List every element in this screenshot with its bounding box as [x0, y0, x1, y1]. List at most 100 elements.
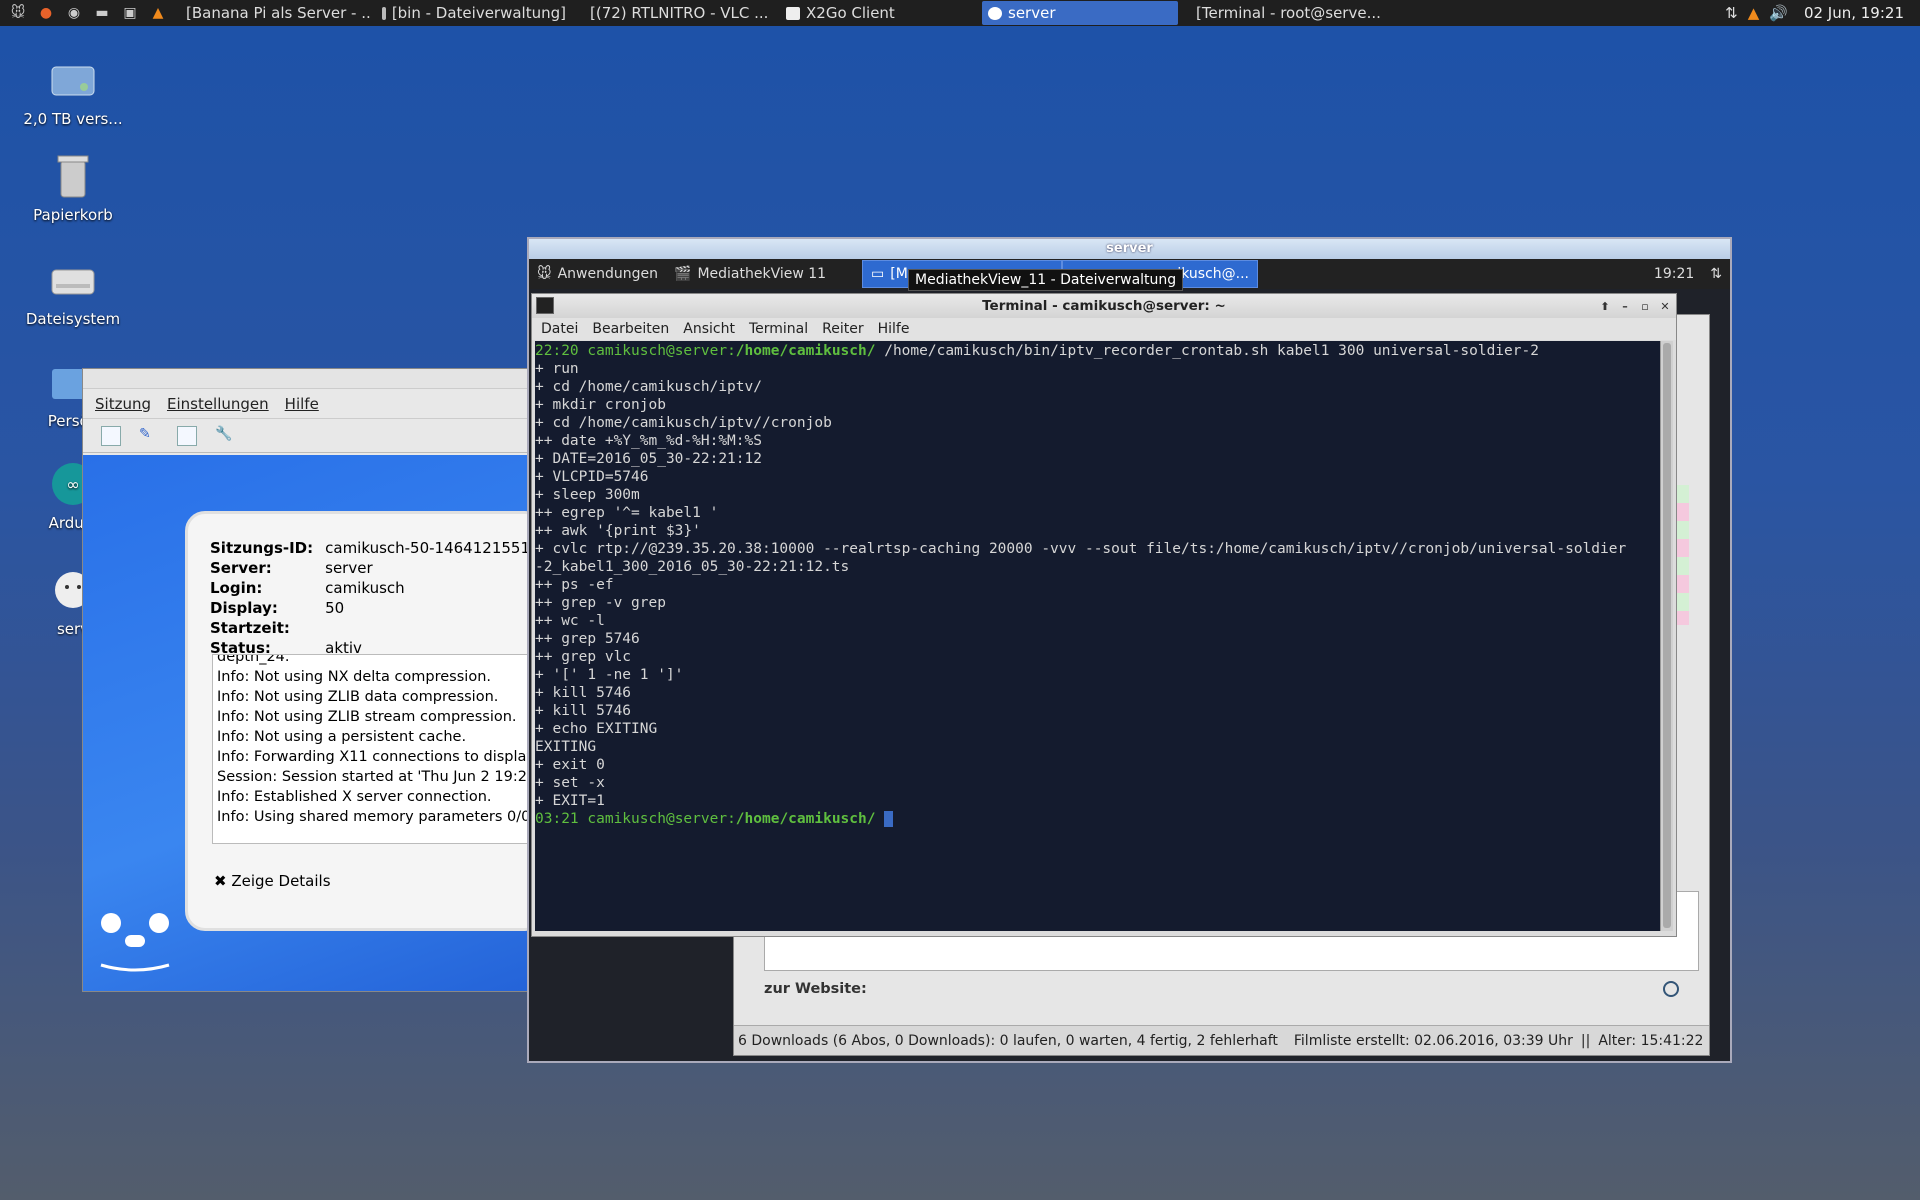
terminal-output-line: ++ awk '{print $3}' — [535, 523, 701, 539]
prompt-line: 03:21 camikusch@server:/home/camikusch/ — [535, 810, 1661, 828]
desktop-icon-label: Dateisystem — [25, 310, 121, 328]
menu-terminal[interactable]: Terminal — [749, 321, 808, 337]
show-details-toggle[interactable]: ✖ Zeige Details — [214, 872, 331, 890]
top-panel: 🐭 ● ◉ ▬ ▣ ▲ [Banana Pi als Server - ... … — [0, 0, 1920, 26]
disk-icon — [49, 256, 97, 304]
remote-clock[interactable]: 19:21 — [1646, 260, 1702, 288]
applications-menu-button[interactable]: 🐭 Anwendungen — [529, 260, 666, 288]
session-status-panel: Sitzungs-ID: camikusch-50-1464121551_stD … — [185, 511, 563, 931]
terminal-output-line: ++ wc -l — [535, 613, 605, 629]
xfce-menu-icon[interactable]: 🐭 — [8, 4, 28, 22]
website-link-icon[interactable] — [1663, 981, 1679, 997]
x2go-icon — [786, 6, 800, 20]
log-line: Info: Forwarding X11 connections to disp… — [217, 749, 535, 765]
taskbar-item-server[interactable]: server — [982, 1, 1178, 25]
terminal-output-line: ++ grep 5746 — [535, 631, 640, 647]
remote-task-mediathekview[interactable]: 🎬 MediathekView 11 — [666, 260, 862, 288]
terminal-output-line: + exit 0 — [535, 757, 605, 773]
close-button[interactable]: ✕ — [1658, 300, 1672, 314]
filmlist-status: Filmliste erstellt: 02.06.2016, 03:39 Uh… — [1293, 1032, 1573, 1049]
taskbar-item-vlc[interactable]: [(72) RTLNITRO - VLC ... — [578, 1, 774, 25]
menu-bar: Sitzung Einstellungen Hilfe — [83, 389, 535, 419]
terminal-titlebar[interactable]: Terminal - camikusch@server: ~ ⬆ – ▫ ✕ — [532, 294, 1676, 318]
edit-session-icon[interactable]: ✎ — [139, 426, 159, 446]
file-manager-launcher-icon[interactable]: ▬ — [92, 4, 112, 22]
log-line: Info: Not using a persistent cache. — [217, 729, 467, 745]
tooltip: MediathekView_11 - Dateiverwaltung — [908, 269, 1184, 291]
system-tray: ⇅ ▲ 🔊 02 Jun, 19:21 — [1725, 0, 1920, 26]
terminal-app-icon — [536, 297, 554, 314]
terminal-output-line: + cvlc rtp://@239.35.20.38:10000 --realr… — [535, 541, 1627, 557]
age-status: Alter: 15:41:22 — [1598, 1032, 1704, 1049]
volume-icon[interactable]: 🔊 — [1769, 4, 1788, 22]
svg-text:∞: ∞ — [66, 475, 79, 494]
website-label: zur Website: — [764, 981, 867, 997]
menu-hilfe[interactable]: Hilfe — [878, 321, 910, 337]
menu-ansicht[interactable]: Ansicht — [683, 321, 735, 337]
terminal-output-line: EXITING — [535, 739, 597, 755]
scrollbar-thumb[interactable] — [1663, 343, 1671, 928]
desktop-icon-filesystem[interactable]: Dateisystem — [18, 256, 128, 328]
system-monitor-launcher-icon[interactable]: ▣ — [120, 4, 140, 22]
x2go-session-icon — [988, 6, 1002, 20]
x2go-logo-icon — [100, 913, 170, 972]
new-session-icon[interactable] — [101, 425, 121, 446]
desktop-icon-trash[interactable]: Papierkorb — [18, 152, 128, 224]
desktop-icon-label: 2,0 TB vers... — [23, 110, 123, 128]
terminal-output-line: + echo EXITING — [535, 721, 658, 737]
prompt-line: 22:20 camikusch@server:/home/camikusch/ … — [535, 343, 1539, 359]
menu-sitzung[interactable]: Sitzung — [95, 395, 151, 413]
terminal-output-line: + EXIT=1 — [535, 793, 605, 809]
clock[interactable]: 02 Jun, 19:21 — [1804, 4, 1904, 22]
menu-einstellungen[interactable]: Einstellungen — [167, 395, 269, 413]
terminal-output-line: ++ grep -v grep — [535, 595, 666, 611]
clapperboard-icon: 🎬 — [674, 266, 692, 282]
vlc-launcher-icon[interactable]: ▲ — [148, 4, 168, 22]
menu-reiter[interactable]: Reiter — [822, 321, 863, 337]
remote-network-icon[interactable]: ⇅ — [1702, 260, 1730, 288]
session-info-row: Login: camikusch — [210, 579, 405, 597]
vlc-tray-icon[interactable]: ▲ — [1748, 4, 1760, 22]
terminal-screen[interactable]: 22:20 camikusch@server:/home/camikusch/ … — [535, 341, 1661, 931]
menu-datei[interactable]: Datei — [541, 321, 578, 337]
minimize-button[interactable]: – — [1618, 300, 1632, 314]
session-manager-icon[interactable] — [177, 425, 197, 446]
terminal-scrollbar[interactable] — [1660, 341, 1673, 931]
network-icon[interactable]: ⇅ — [1725, 4, 1738, 22]
terminal-output-line: + '[' 1 -ne 1 ']' — [535, 667, 684, 683]
session-info-table: Sitzungs-ID: camikusch-50-1464121551_stD … — [210, 538, 575, 658]
session-log[interactable]: depth_24. Info: Not using NX delta compr… — [212, 654, 552, 844]
taskbar-item-firefox[interactable]: [Banana Pi als Server - ... — [174, 1, 370, 25]
terminal-output-line: + cd /home/camikusch/iptv/ — [535, 379, 762, 395]
menu-hilfe[interactable]: Hilfe — [285, 395, 319, 413]
desktop-icon-drive[interactable]: 2,0 TB vers... — [18, 56, 128, 128]
folder-icon: ▭ — [871, 266, 885, 282]
xfce-mouse-icon: 🐭 — [537, 266, 552, 282]
preferences-icon[interactable]: 🔧 — [215, 426, 235, 446]
window-controls: ⬆ – ▫ ✕ — [1592, 294, 1672, 318]
desktop-icon-label: Papierkorb — [33, 206, 113, 224]
log-line: Session: Session started at 'Thu Jun 2 1… — [217, 769, 542, 785]
remote-window-title[interactable]: server — [529, 239, 1730, 259]
terminal-menu-bar: Datei Bearbeiten Ansicht Terminal Reiter… — [532, 318, 1676, 340]
taskbar-item-terminal[interactable]: [Terminal - root@serve... — [1184, 1, 1380, 25]
log-line: Info: Not using ZLIB stream compression. — [217, 709, 517, 725]
session-info-row: Server: server — [210, 559, 373, 577]
text-cursor — [884, 811, 894, 827]
shade-button[interactable]: ⬆ — [1598, 300, 1612, 314]
status-bar: 6 Downloads (6 Abos, 0 Downloads): 0 lau… — [734, 1025, 1709, 1055]
firefox-launcher-icon[interactable]: ● — [36, 4, 56, 22]
terminal-output-line: ++ grep vlc — [535, 649, 632, 665]
terminal-output-line: ++ date +%Y_%m_%d-%H:%M:%S — [535, 433, 762, 449]
taskbar-item-x2go[interactable]: X2Go Client — [780, 1, 976, 25]
log-line: Info: Not using NX delta compression. — [217, 669, 491, 685]
menu-bearbeiten[interactable]: Bearbeiten — [592, 321, 669, 337]
terminal-output-line: -2_kabel1_300_2016_05_30-22:21:12.ts — [535, 559, 850, 575]
maximize-button[interactable]: ▫ — [1638, 300, 1652, 314]
taskbar-item-file-manager[interactable]: [bin - Dateiverwaltung] — [376, 1, 572, 25]
window-titlebar[interactable] — [83, 369, 535, 389]
terminal-output-line: + kill 5746 — [535, 703, 632, 719]
session-info-row: Startzeit: — [210, 619, 290, 637]
terminal-output-line: + kill 5746 — [535, 685, 632, 701]
x2go-launcher-icon[interactable]: ◉ — [64, 4, 84, 22]
